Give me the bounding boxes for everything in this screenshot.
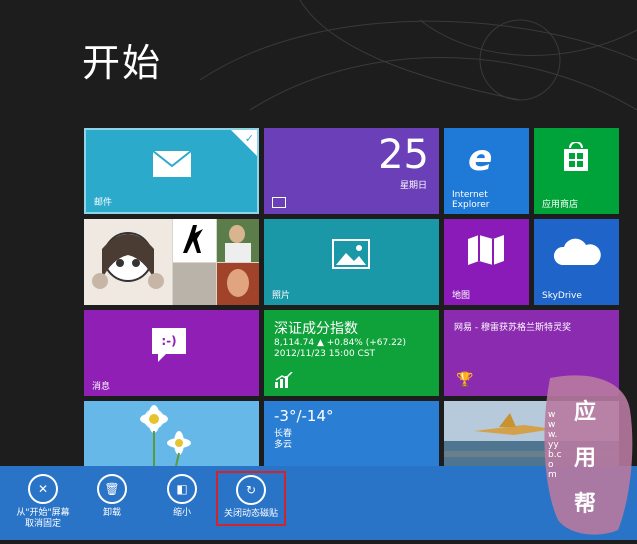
start-title: 开始 bbox=[82, 41, 163, 85]
uninstall-label: 卸载 bbox=[102, 508, 121, 518]
news-headline: 网易 - 穆雷获苏格兰斯特灵奖 bbox=[454, 323, 571, 333]
tile-weather[interactable]: -3°/-14° 长春 多云 bbox=[264, 401, 439, 466]
calendar-day: 25 bbox=[378, 132, 429, 178]
trophy-icon: 🏆 bbox=[456, 372, 474, 388]
cloud-icon bbox=[553, 238, 601, 265]
tile-people[interactable] bbox=[84, 219, 259, 305]
trash-icon: 🗑 bbox=[97, 474, 127, 504]
check-icon: ✓ bbox=[244, 132, 254, 145]
people-photo-face bbox=[217, 263, 259, 305]
finance-index-name: 深证成分指数 bbox=[274, 321, 358, 337]
tile-mail-label: 邮件 bbox=[94, 198, 113, 208]
people-photo-man bbox=[217, 219, 259, 262]
message-bubble-tail bbox=[158, 354, 166, 362]
resize-smaller-icon: ◧ bbox=[167, 474, 197, 504]
tile-maps[interactable]: 地图 bbox=[444, 219, 529, 305]
tile-photos[interactable]: 照片 bbox=[264, 219, 439, 305]
tile-mail[interactable]: ✓ 邮件 bbox=[84, 128, 259, 214]
tile-skydrive[interactable]: SkyDrive bbox=[534, 219, 619, 305]
tile-photos-label: 照片 bbox=[272, 291, 291, 301]
unpin-button[interactable]: ✕ 从"开始"屏幕 取消固定 bbox=[12, 474, 74, 530]
chart-up-icon bbox=[275, 372, 293, 388]
unpin-label: 从"开始"屏幕 取消固定 bbox=[16, 508, 70, 529]
live-tile-off-label: 关闭动态磁贴 bbox=[223, 509, 278, 519]
watermark-text: 应用帮 bbox=[574, 400, 597, 517]
uninstall-button[interactable]: 🗑 卸载 bbox=[90, 474, 134, 519]
weather-temp: -3°/-14° bbox=[274, 407, 334, 425]
desktop-daisy-image bbox=[84, 401, 259, 466]
calendar-icon bbox=[272, 197, 286, 208]
tile-store-label: 应用商店 bbox=[542, 200, 579, 210]
tile-calendar[interactable]: 25 星期日 bbox=[264, 128, 439, 214]
ie-icon: e bbox=[468, 138, 493, 179]
people-photo-jumpman bbox=[173, 219, 216, 262]
photo-icon bbox=[332, 239, 370, 269]
tile-messaging[interactable]: :-) 消息 bbox=[84, 310, 259, 396]
smaller-button[interactable]: ◧ 缩小 bbox=[160, 474, 204, 519]
tile-skydrive-label: SkyDrive bbox=[542, 291, 582, 301]
tile-ie-label: Internet Explorer bbox=[452, 190, 490, 210]
map-icon bbox=[468, 235, 504, 265]
finance-timestamp: 2012/11/23 15:00 CST bbox=[274, 349, 376, 359]
people-photo-anime bbox=[84, 219, 172, 305]
smaller-label: 缩小 bbox=[172, 508, 191, 518]
tile-maps-label: 地图 bbox=[452, 291, 471, 301]
calendar-weekday: 星期日 bbox=[399, 181, 427, 191]
tile-internet-explorer[interactable]: e Internet Explorer bbox=[444, 128, 529, 214]
turn-live-tile-off-button[interactable]: ↻ 关闭动态磁贴 bbox=[216, 471, 286, 526]
store-bag-icon bbox=[564, 142, 588, 171]
watermark-logo: 应用帮 www.yyb.com bbox=[530, 370, 637, 540]
people-photo-group bbox=[173, 263, 216, 305]
mail-icon bbox=[152, 150, 192, 177]
live-tile-off-icon: ↻ bbox=[236, 475, 266, 505]
finance-index-value: 8,114.74 ▲ +0.84% (+67.22) bbox=[274, 338, 407, 348]
watermark-url: www.yyb.com bbox=[548, 410, 562, 480]
message-bubble-icon: :-) bbox=[152, 328, 186, 354]
tile-store[interactable]: 应用商店 bbox=[534, 128, 619, 214]
tile-finance[interactable]: 深证成分指数 8,114.74 ▲ +0.84% (+67.22) 2012/1… bbox=[264, 310, 439, 396]
tile-desktop[interactable] bbox=[84, 401, 259, 466]
tile-messaging-label: 消息 bbox=[92, 382, 111, 392]
unpin-icon: ✕ bbox=[28, 474, 58, 504]
weather-condition: 多云 bbox=[274, 440, 293, 450]
